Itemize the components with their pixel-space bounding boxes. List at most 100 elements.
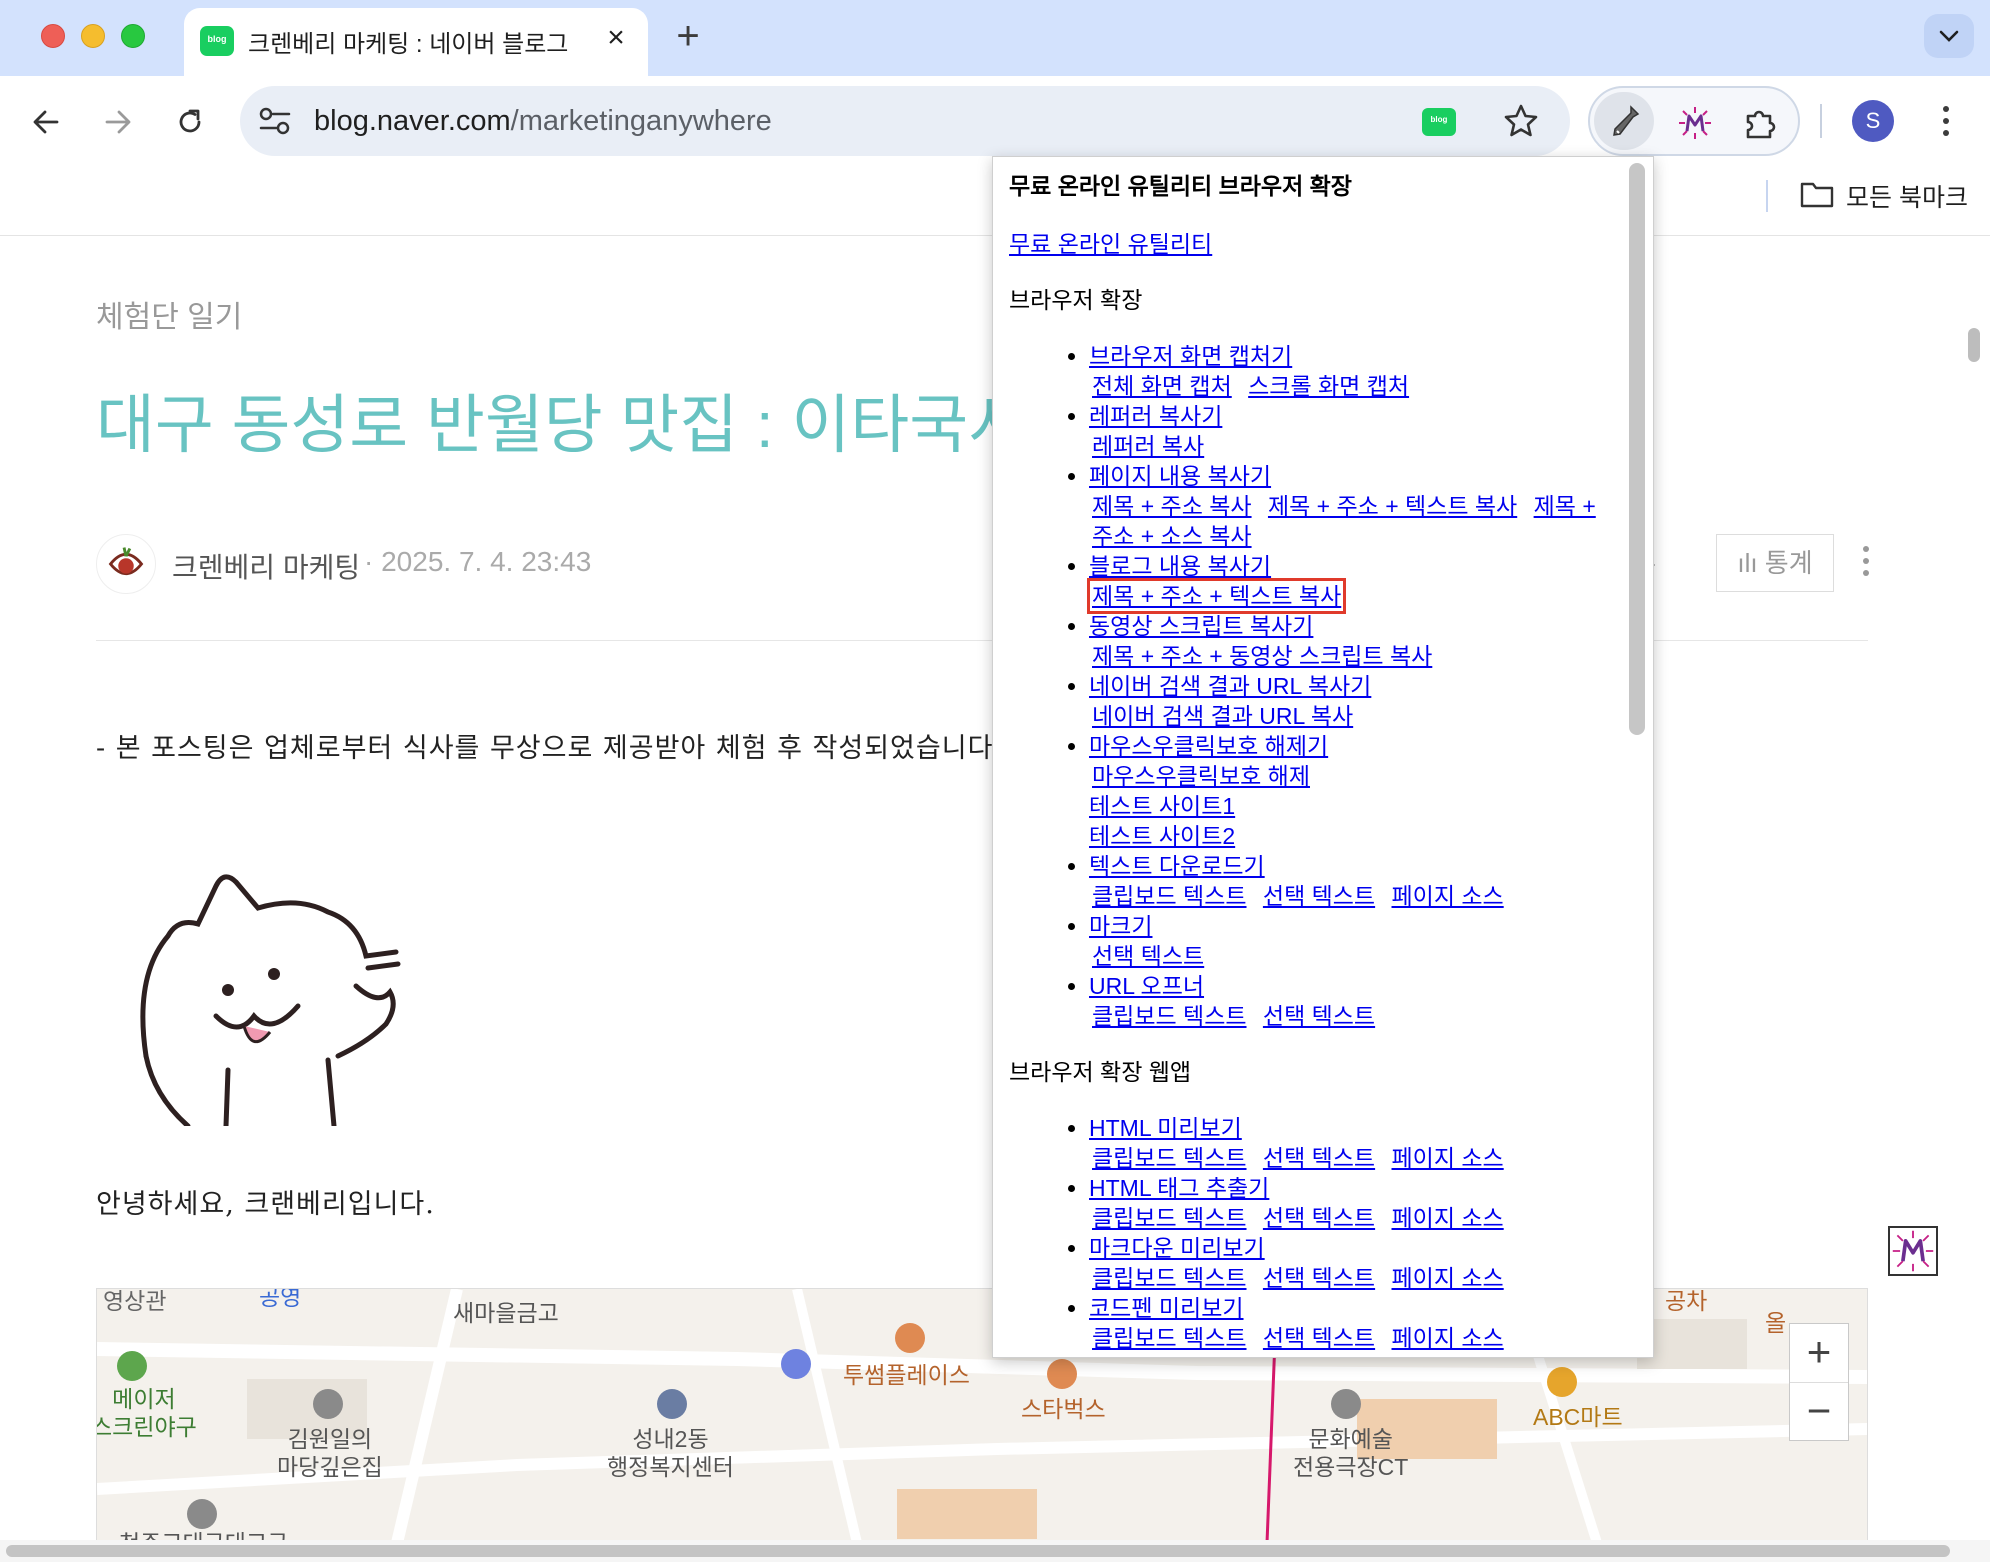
tool-action-link[interactable]: 제목 + 주소 + 텍스트 복사 (1268, 493, 1517, 519)
tool-link[interactable]: 동영상 스크립트 복사기 (1089, 613, 1313, 639)
tool-action-link[interactable]: 레퍼러 복사 (1092, 433, 1204, 459)
stats-button[interactable]: ılı 통계 (1716, 534, 1834, 592)
url-path: /marketinganywhere (510, 105, 772, 137)
tool-action-link[interactable]: 제목 + 주소 + 텍스트 복사 (1086, 578, 1347, 614)
popup-content: 무료 온라인 유틸리티 브라우저 확장 무료 온라인 유틸리티 브라우저 확장 … (1009, 171, 1609, 1353)
tool-action-link[interactable]: 클립보드 텍스트 (1092, 1003, 1247, 1029)
tool-link[interactable]: 마우스우클릭보호 해제기 (1089, 733, 1328, 759)
tool-link[interactable]: HTML 태그 추출기 (1089, 1175, 1269, 1201)
tool-action-link[interactable]: 선택 텍스트 (1263, 1003, 1375, 1029)
popup-list-item: 레퍼러 복사기레퍼러 복사 (1089, 401, 1609, 461)
minimize-window-button[interactable] (81, 24, 105, 48)
toolbar: blog.naver.com/marketinganywhere blog S (0, 76, 1990, 166)
tool-link[interactable]: 코드펜 미리보기 (1089, 1295, 1244, 1321)
address-bar[interactable]: blog.naver.com/marketinganywhere blog (240, 86, 1570, 156)
tool-action-link[interactable]: 선택 텍스트 (1263, 1205, 1375, 1231)
toolbar-separator (1820, 104, 1822, 138)
tool-link[interactable]: 텍스트 다운로드기 (1089, 853, 1265, 879)
marker-extension-button[interactable] (1668, 96, 1722, 150)
back-button[interactable] (20, 96, 70, 146)
post-more-icon[interactable] (1858, 540, 1874, 586)
tab-search-button[interactable] (1924, 14, 1974, 58)
tab-active[interactable]: blog 크렌베리 마케팅 : 네이버 블로그 × (184, 8, 648, 76)
tool-link[interactable]: 블로그 내용 복사기 (1089, 553, 1271, 579)
page-vertical-scrollbar[interactable] (1968, 328, 1980, 362)
tool-action-link[interactable]: 클립보드 텍스트 (1092, 1265, 1247, 1291)
zoom-in-button[interactable]: + (1790, 1324, 1848, 1382)
naver-blog-icon[interactable]: blog (1422, 108, 1456, 136)
tool-action-link[interactable]: 클립보드 텍스트 (1092, 883, 1247, 909)
tool-link[interactable]: HTML 미리보기 (1089, 1115, 1242, 1141)
tool-link[interactable]: URL 오프너 (1089, 973, 1204, 999)
post-category[interactable]: 체험단 일기 (96, 292, 242, 336)
test-site-link[interactable]: 테스트 사이트1 (1089, 791, 1609, 821)
tool-link[interactable]: 네이버 검색 결과 URL 복사기 (1089, 673, 1371, 699)
tool-action-link[interactable]: 클립보드 텍스트 (1092, 1325, 1247, 1351)
profile-avatar[interactable]: S (1852, 100, 1894, 142)
tool-action-link[interactable]: 선택 텍스트 (1263, 883, 1375, 909)
government-office-poi-icon[interactable] (657, 1389, 687, 1419)
map-label: 문화예술 전용극장CT (1293, 1426, 1409, 1480)
tool-action-link[interactable]: 제목 + 주소 + 동영상 스크립트 복사 (1092, 643, 1432, 669)
browser-menu-icon[interactable] (1926, 100, 1966, 144)
tool-action-link[interactable]: 페이지 소스 (1392, 1205, 1504, 1231)
author-avatar[interactable] (96, 534, 156, 594)
tool-action-link[interactable]: 페이지 소스 (1392, 1145, 1504, 1171)
parking-poi-icon[interactable] (781, 1349, 811, 1379)
close-window-button[interactable] (41, 24, 65, 48)
page-horizontal-scrollbar[interactable] (0, 1540, 1990, 1562)
test-site-link[interactable]: 테스트 사이트2 (1089, 821, 1609, 851)
tool-link[interactable]: 마크기 (1089, 913, 1152, 939)
tool-action-link[interactable]: 페이지 소스 (1392, 1265, 1504, 1291)
horizontal-scroll-thumb[interactable] (6, 1545, 1950, 1557)
extensions-menu-button[interactable] (1734, 96, 1788, 150)
folder-icon[interactable] (1800, 180, 1834, 208)
tool-action-link[interactable]: 전체 화면 캡처 (1092, 373, 1232, 399)
tool-action-link[interactable]: 네이버 검색 결과 URL 복사 (1092, 703, 1353, 729)
zoom-out-button[interactable]: − (1790, 1383, 1848, 1441)
tool-action-link[interactable]: 페이지 소스 (1392, 883, 1504, 909)
tool-action-link[interactable]: 선택 텍스트 (1092, 943, 1204, 969)
tool-action-link[interactable]: 선택 텍스트 (1263, 1145, 1375, 1171)
cafe-poi-icon[interactable] (895, 1323, 925, 1353)
all-bookmarks-button[interactable]: 모든 북마크 (1846, 178, 1968, 214)
url-text[interactable]: blog.naver.com/marketinganywhere (314, 105, 772, 138)
popup-list-item: HTML 미리보기클립보드 텍스트 선택 텍스트 페이지 소스 (1089, 1113, 1609, 1173)
maximize-window-button[interactable] (121, 24, 145, 48)
map-zoom-controls: + − (1789, 1323, 1849, 1441)
popup-scrollbar[interactable] (1629, 163, 1645, 735)
church-poi-icon[interactable] (187, 1499, 217, 1529)
screen-golf-poi-icon[interactable] (117, 1351, 147, 1381)
tool-link[interactable]: 레퍼러 복사기 (1089, 403, 1222, 429)
utilities-home-link[interactable]: 무료 온라인 유틸리티 (1009, 229, 1212, 259)
tab-strip: blog 크렌베리 마케팅 : 네이버 블로그 × + (0, 0, 1990, 76)
utility-extension-button[interactable] (1594, 92, 1654, 150)
theater-poi-icon[interactable] (1331, 1389, 1361, 1419)
tab-close-icon[interactable]: × (598, 20, 634, 56)
author-name[interactable]: 크렌베리 마케팅 (172, 546, 360, 586)
tool-action-link[interactable]: 스크롤 화면 캡처 (1248, 373, 1409, 399)
tool-action-link[interactable]: 선택 텍스트 (1263, 1325, 1375, 1351)
reload-button[interactable] (164, 96, 214, 146)
tool-action-link[interactable]: 클립보드 텍스트 (1092, 1205, 1247, 1231)
bookmark-star-icon[interactable] (1502, 102, 1540, 140)
puzzle-icon (1746, 110, 1776, 139)
tool-link[interactable]: 브라우저 화면 캡처기 (1089, 343, 1292, 369)
marker-extension-badge-icon[interactable] (1888, 1226, 1938, 1276)
section-webapps-title: 브라우저 확장 웹앱 (1009, 1059, 1192, 1085)
blog-favicon-icon: blog (200, 26, 234, 56)
restaurant-poi-icon[interactable] (313, 1389, 343, 1419)
tool-action-link[interactable]: 페이지 소스 (1392, 1325, 1504, 1351)
tool-action-link[interactable]: 클립보드 텍스트 (1092, 1145, 1247, 1171)
shopping-poi-icon[interactable] (1547, 1367, 1577, 1397)
tool-action-link[interactable]: 제목 + 주소 복사 (1092, 493, 1252, 519)
map-label: 김원일의 마당깊은집 (277, 1426, 383, 1480)
tool-link[interactable]: 페이지 내용 복사기 (1089, 463, 1271, 489)
tool-action-link[interactable]: 마우스우클릭보호 해제 (1092, 763, 1310, 789)
new-tab-button[interactable]: + (668, 14, 708, 58)
site-settings-icon[interactable] (258, 106, 292, 136)
forward-button[interactable] (92, 96, 142, 146)
tool-action-link[interactable]: 선택 텍스트 (1263, 1265, 1375, 1291)
tool-link[interactable]: 마크다운 미리보기 (1089, 1235, 1265, 1261)
cafe-poi-icon[interactable] (1047, 1359, 1077, 1389)
